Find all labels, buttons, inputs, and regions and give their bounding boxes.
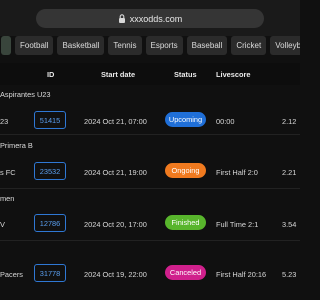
livescore: First Half 20:16 xyxy=(216,270,267,279)
start-date: 2024 Oct 21, 07:00 xyxy=(84,117,147,126)
team-name: 23 xyxy=(0,117,9,126)
team-name: Pacers xyxy=(0,270,24,279)
table-header: ID Start date Status Livescore xyxy=(0,63,300,85)
livescore: Full Time 2:1 xyxy=(216,220,259,229)
odds[interactable]: 3.54 xyxy=(282,220,296,229)
match-id[interactable]: 12786 xyxy=(34,214,66,232)
category-baseball[interactable]: Baseball xyxy=(186,36,228,55)
browser-bar: xxxodds.com xyxy=(0,0,300,36)
header-id: ID xyxy=(47,70,55,79)
team-name: V xyxy=(0,220,5,229)
url-text: xxxodds.com xyxy=(129,13,183,24)
start-date: 2024 Oct 19, 22:00 xyxy=(84,270,147,279)
odds[interactable]: 2.21 xyxy=(282,168,296,177)
status-badge: Upcoming xyxy=(165,112,206,127)
address-bar[interactable]: xxxodds.com xyxy=(36,9,264,28)
category-home-icon[interactable] xyxy=(1,36,11,55)
match-id[interactable]: 31778 xyxy=(34,264,66,282)
start-date: 2024 Oct 20, 17:00 xyxy=(84,220,147,229)
odds[interactable]: 2.12 xyxy=(282,117,296,126)
lock-icon xyxy=(118,14,125,23)
category-basketball[interactable]: Basketball xyxy=(57,36,105,55)
status-badge: Ongoing xyxy=(165,163,206,178)
category-cricket[interactable]: Cricket xyxy=(231,36,267,55)
livescore: 00:00 xyxy=(216,117,235,126)
category-football[interactable]: Football xyxy=(15,36,54,55)
start-date: 2024 Oct 21, 19:00 xyxy=(84,168,147,177)
match-id[interactable]: 23532 xyxy=(34,162,66,180)
match-id[interactable]: 51415 xyxy=(34,111,66,129)
header-start-date: Start date xyxy=(101,70,136,79)
divider xyxy=(0,134,300,135)
header-livescore: Livescore xyxy=(216,70,251,79)
status-badge: Canceled xyxy=(165,265,206,280)
table-row[interactable]: V 12786 2024 Oct 20, 17:00 Finished Full… xyxy=(0,212,300,236)
livescore: First Half 2:0 xyxy=(216,168,258,177)
header-status: Status xyxy=(174,70,197,79)
odds[interactable]: 5.23 xyxy=(282,270,296,279)
table-row[interactable]: Pacers 31778 2024 Oct 19, 22:00 Canceled… xyxy=(0,262,300,286)
table-row[interactable]: s FC 23532 2024 Oct 21, 19:00 Ongoing Fi… xyxy=(0,160,300,184)
category-tennis[interactable]: Tennis xyxy=(108,36,142,55)
team-name: s FC xyxy=(0,168,16,177)
category-volleyball[interactable]: Volleyball xyxy=(270,36,300,55)
table-row[interactable]: 23 51415 2024 Oct 21, 07:00 Upcoming 00:… xyxy=(0,109,300,133)
sport-category-bar: Football Basketball Tennis Esports Baseb… xyxy=(0,36,300,56)
divider xyxy=(0,188,300,189)
category-esports[interactable]: Esports xyxy=(145,36,183,55)
divider xyxy=(0,240,300,241)
status-badge: Finished xyxy=(165,215,206,230)
